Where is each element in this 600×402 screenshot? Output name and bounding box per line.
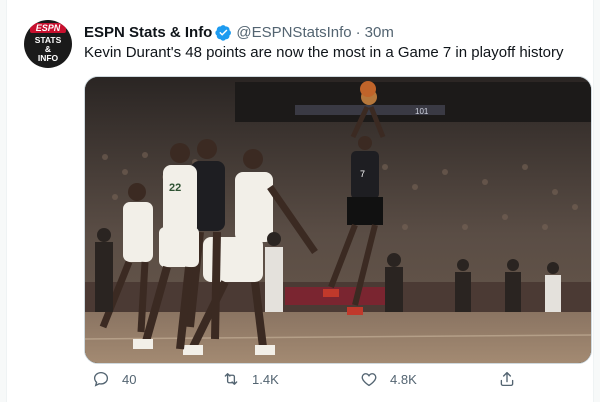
- opponent-number: 22: [169, 182, 181, 194]
- retweet-button[interactable]: 1.4K: [222, 370, 279, 388]
- tweet-header: ESPN Stats & Info @ESPNStatsInfo · 30m: [84, 22, 394, 42]
- tweet-photo[interactable]: 101 7 22: [84, 76, 592, 364]
- retweet-icon: [224, 373, 238, 385]
- share-icon: [500, 371, 514, 387]
- window-edge-left: [0, 0, 7, 402]
- separator: ·: [355, 23, 361, 41]
- reply-count: 40: [122, 371, 137, 387]
- jersey-number: 7: [360, 169, 365, 179]
- espn-logo: ESPN: [30, 23, 66, 33]
- timestamp[interactable]: 30m: [365, 24, 394, 41]
- handle[interactable]: @ESPNStatsInfo: [236, 24, 351, 41]
- retweet-count: 1.4K: [252, 371, 279, 387]
- basketball: [360, 81, 376, 97]
- scoreboard-text: 101: [415, 107, 429, 116]
- tweet-text: Kevin Durant's 48 points are now the mos…: [84, 44, 564, 61]
- window-edge-right: [593, 0, 600, 402]
- like-count: 4.8K: [390, 371, 417, 387]
- avatar-line-info: INFO: [37, 53, 59, 63]
- tweet-actions: 40 1.4K 4.8K: [84, 368, 590, 396]
- share-button[interactable]: [498, 370, 516, 388]
- like-button[interactable]: 4.8K: [360, 370, 417, 388]
- reply-icon: [93, 371, 109, 387]
- avatar[interactable]: ESPN STATS & INFO: [24, 20, 72, 68]
- basketball-photo: 101 7 22: [85, 77, 591, 363]
- reply-button[interactable]: 40: [92, 370, 136, 388]
- verified-badge-icon: [215, 24, 232, 41]
- heart-icon: [361, 373, 377, 387]
- display-name[interactable]: ESPN Stats & Info: [84, 24, 212, 41]
- tweet-card[interactable]: ESPN STATS & INFO ESPN Stats & Info @ESP…: [8, 0, 592, 402]
